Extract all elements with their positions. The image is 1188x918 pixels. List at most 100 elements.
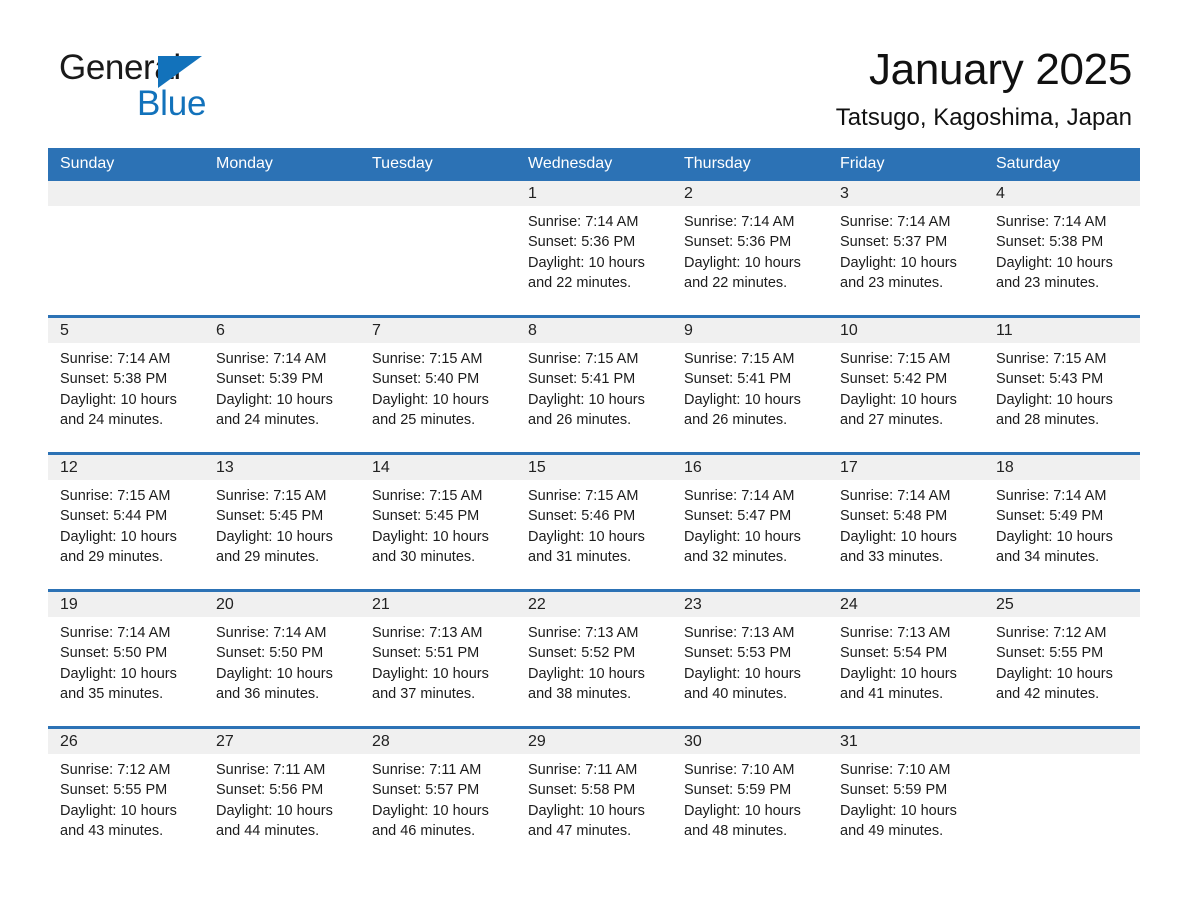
calendar-day-cell[interactable]: 9 Sunrise: 7:15 AM Sunset: 5:41 PM Daylig… [672, 315, 828, 454]
calendar-week-row: 12 Sunrise: 7:15 AM Sunset: 5:44 PM Dayli… [48, 452, 1140, 591]
day-cell-inner [48, 181, 204, 315]
calendar-day-cell[interactable]: 24 Sunrise: 7:13 AM Sunset: 5:54 PM Dayli… [828, 589, 984, 728]
day-sun-details: Sunrise: 7:12 AM Sunset: 5:55 PM Dayligh… [996, 625, 1113, 702]
day-number: 24 [828, 592, 984, 617]
general-blue-logo: General Blue [59, 48, 359, 128]
day-number: 13 [204, 455, 360, 480]
day-sun-details: Sunrise: 7:14 AM Sunset: 5:50 PM Dayligh… [216, 625, 333, 702]
day-number: 9 [672, 318, 828, 343]
calendar-day-cell[interactable]: 14 Sunrise: 7:15 AM Sunset: 5:45 PM Dayli… [360, 452, 516, 591]
day-number [204, 181, 360, 206]
day-cell-inner: 31 Sunrise: 7:10 AM Sunset: 5:59 PM Dayli… [828, 729, 984, 863]
calendar-day-cell[interactable]: 8 Sunrise: 7:15 AM Sunset: 5:41 PM Daylig… [516, 315, 672, 454]
day-number [984, 729, 1140, 754]
day-sun-details: Sunrise: 7:15 AM Sunset: 5:44 PM Dayligh… [60, 488, 177, 565]
calendar-day-cell[interactable]: 6 Sunrise: 7:14 AM Sunset: 5:39 PM Daylig… [204, 315, 360, 454]
day-cell-inner: 26 Sunrise: 7:12 AM Sunset: 5:55 PM Dayli… [48, 729, 204, 863]
calendar-day-cell[interactable]: 16 Sunrise: 7:14 AM Sunset: 5:47 PM Dayli… [672, 452, 828, 591]
weekday-header-friday: Friday [828, 148, 984, 181]
day-number: 7 [360, 318, 516, 343]
calendar-week-row: 19 Sunrise: 7:14 AM Sunset: 5:50 PM Dayli… [48, 589, 1140, 728]
calendar-day-cell[interactable]: 12 Sunrise: 7:15 AM Sunset: 5:44 PM Dayli… [48, 452, 204, 591]
calendar-day-cell[interactable]: 22 Sunrise: 7:13 AM Sunset: 5:52 PM Dayli… [516, 589, 672, 728]
calendar-day-cell[interactable]: 13 Sunrise: 7:15 AM Sunset: 5:45 PM Dayli… [204, 452, 360, 591]
calendar-day-cell[interactable]: 15 Sunrise: 7:15 AM Sunset: 5:46 PM Dayli… [516, 452, 672, 591]
day-number: 16 [672, 455, 828, 480]
day-sun-details: Sunrise: 7:15 AM Sunset: 5:45 PM Dayligh… [372, 488, 489, 565]
day-cell-inner: 24 Sunrise: 7:13 AM Sunset: 5:54 PM Dayli… [828, 592, 984, 726]
day-cell-inner: 1 Sunrise: 7:14 AM Sunset: 5:36 PM Daylig… [516, 181, 672, 315]
calendar-day-cell[interactable]: 1 Sunrise: 7:14 AM Sunset: 5:36 PM Daylig… [516, 181, 672, 317]
calendar-day-cell[interactable]: 5 Sunrise: 7:14 AM Sunset: 5:38 PM Daylig… [48, 315, 204, 454]
day-number: 26 [48, 729, 204, 754]
day-cell-inner: 25 Sunrise: 7:12 AM Sunset: 5:55 PM Dayli… [984, 592, 1140, 726]
day-number: 11 [984, 318, 1140, 343]
day-cell-inner [984, 729, 1140, 863]
calendar-table: Sunday Monday Tuesday Wednesday Thursday… [48, 148, 1140, 863]
day-number: 22 [516, 592, 672, 617]
day-sun-details: Sunrise: 7:14 AM Sunset: 5:38 PM Dayligh… [996, 214, 1113, 291]
day-cell-inner: 4 Sunrise: 7:14 AM Sunset: 5:38 PM Daylig… [984, 181, 1140, 315]
day-cell-inner: 15 Sunrise: 7:15 AM Sunset: 5:46 PM Dayli… [516, 455, 672, 589]
weekday-header-row: Sunday Monday Tuesday Wednesday Thursday… [48, 148, 1140, 181]
weekday-header-wednesday: Wednesday [516, 148, 672, 181]
day-number: 20 [204, 592, 360, 617]
calendar-week-row: 1 Sunrise: 7:14 AM Sunset: 5:36 PM Daylig… [48, 181, 1140, 317]
calendar-day-cell[interactable]: 3 Sunrise: 7:14 AM Sunset: 5:37 PM Daylig… [828, 181, 984, 317]
calendar-day-cell[interactable]: 29 Sunrise: 7:11 AM Sunset: 5:58 PM Dayli… [516, 726, 672, 863]
day-sun-details: Sunrise: 7:14 AM Sunset: 5:36 PM Dayligh… [528, 214, 645, 291]
calendar-day-cell[interactable]: 7 Sunrise: 7:15 AM Sunset: 5:40 PM Daylig… [360, 315, 516, 454]
calendar-day-cell[interactable]: 31 Sunrise: 7:10 AM Sunset: 5:59 PM Dayli… [828, 726, 984, 863]
day-number: 31 [828, 729, 984, 754]
calendar-day-cell[interactable]: 4 Sunrise: 7:14 AM Sunset: 5:38 PM Daylig… [984, 181, 1140, 317]
calendar-day-cell[interactable]: 25 Sunrise: 7:12 AM Sunset: 5:55 PM Dayli… [984, 589, 1140, 728]
day-cell-inner: 20 Sunrise: 7:14 AM Sunset: 5:50 PM Dayli… [204, 592, 360, 726]
day-sun-details: Sunrise: 7:14 AM Sunset: 5:38 PM Dayligh… [60, 351, 177, 428]
day-number: 18 [984, 455, 1140, 480]
title-block: January 2025 Tatsugo, Kagoshima, Japan [836, 44, 1133, 132]
weekday-header-sunday: Sunday [48, 148, 204, 181]
day-sun-details: Sunrise: 7:15 AM Sunset: 5:45 PM Dayligh… [216, 488, 333, 565]
calendar-day-cell[interactable]: 27 Sunrise: 7:11 AM Sunset: 5:56 PM Dayli… [204, 726, 360, 863]
calendar-day-cell[interactable]: 21 Sunrise: 7:13 AM Sunset: 5:51 PM Dayli… [360, 589, 516, 728]
day-sun-details [984, 754, 1140, 760]
day-number: 10 [828, 318, 984, 343]
day-cell-inner [204, 181, 360, 315]
day-cell-inner: 13 Sunrise: 7:15 AM Sunset: 5:45 PM Dayli… [204, 455, 360, 589]
calendar-day-cell[interactable]: 19 Sunrise: 7:14 AM Sunset: 5:50 PM Dayli… [48, 589, 204, 728]
calendar-day-cell[interactable]: 26 Sunrise: 7:12 AM Sunset: 5:55 PM Dayli… [48, 726, 204, 863]
day-cell-inner: 14 Sunrise: 7:15 AM Sunset: 5:45 PM Dayli… [360, 455, 516, 589]
day-cell-inner: 7 Sunrise: 7:15 AM Sunset: 5:40 PM Daylig… [360, 318, 516, 452]
calendar-day-cell[interactable]: 23 Sunrise: 7:13 AM Sunset: 5:53 PM Dayli… [672, 589, 828, 728]
day-cell-inner: 19 Sunrise: 7:14 AM Sunset: 5:50 PM Dayli… [48, 592, 204, 726]
day-number: 15 [516, 455, 672, 480]
logo-text-blue: Blue [137, 84, 207, 123]
day-cell-inner [360, 181, 516, 315]
calendar-day-cell[interactable]: 10 Sunrise: 7:15 AM Sunset: 5:42 PM Dayli… [828, 315, 984, 454]
day-cell-inner: 16 Sunrise: 7:14 AM Sunset: 5:47 PM Dayli… [672, 455, 828, 589]
weekday-header-tuesday: Tuesday [360, 148, 516, 181]
calendar-day-cell[interactable]: 20 Sunrise: 7:14 AM Sunset: 5:50 PM Dayli… [204, 589, 360, 728]
day-number: 3 [828, 181, 984, 206]
day-cell-inner: 30 Sunrise: 7:10 AM Sunset: 5:59 PM Dayli… [672, 729, 828, 863]
calendar-day-cell[interactable]: 17 Sunrise: 7:14 AM Sunset: 5:48 PM Dayli… [828, 452, 984, 591]
day-sun-details: Sunrise: 7:11 AM Sunset: 5:57 PM Dayligh… [372, 762, 489, 839]
day-cell-inner: 28 Sunrise: 7:11 AM Sunset: 5:57 PM Dayli… [360, 729, 516, 863]
calendar-day-cell[interactable]: 30 Sunrise: 7:10 AM Sunset: 5:59 PM Dayli… [672, 726, 828, 863]
day-number [48, 181, 204, 206]
day-sun-details: Sunrise: 7:10 AM Sunset: 5:59 PM Dayligh… [684, 762, 801, 839]
day-sun-details: Sunrise: 7:15 AM Sunset: 5:43 PM Dayligh… [996, 351, 1113, 428]
day-sun-details: Sunrise: 7:15 AM Sunset: 5:46 PM Dayligh… [528, 488, 645, 565]
day-sun-details: Sunrise: 7:15 AM Sunset: 5:42 PM Dayligh… [840, 351, 957, 428]
calendar-day-cell[interactable]: 2 Sunrise: 7:14 AM Sunset: 5:36 PM Daylig… [672, 181, 828, 317]
day-cell-inner: 3 Sunrise: 7:14 AM Sunset: 5:37 PM Daylig… [828, 181, 984, 315]
calendar-day-cell[interactable]: 18 Sunrise: 7:14 AM Sunset: 5:49 PM Dayli… [984, 452, 1140, 591]
calendar-week-row: 26 Sunrise: 7:12 AM Sunset: 5:55 PM Dayli… [48, 726, 1140, 863]
calendar-week-row: 5 Sunrise: 7:14 AM Sunset: 5:38 PM Daylig… [48, 315, 1140, 454]
calendar-day-cell[interactable]: 28 Sunrise: 7:11 AM Sunset: 5:57 PM Dayli… [360, 726, 516, 863]
calendar-day-cell [984, 726, 1140, 863]
day-sun-details: Sunrise: 7:14 AM Sunset: 5:50 PM Dayligh… [60, 625, 177, 702]
calendar-day-cell[interactable]: 11 Sunrise: 7:15 AM Sunset: 5:43 PM Dayli… [984, 315, 1140, 454]
day-number: 14 [360, 455, 516, 480]
day-cell-inner: 10 Sunrise: 7:15 AM Sunset: 5:42 PM Dayli… [828, 318, 984, 452]
